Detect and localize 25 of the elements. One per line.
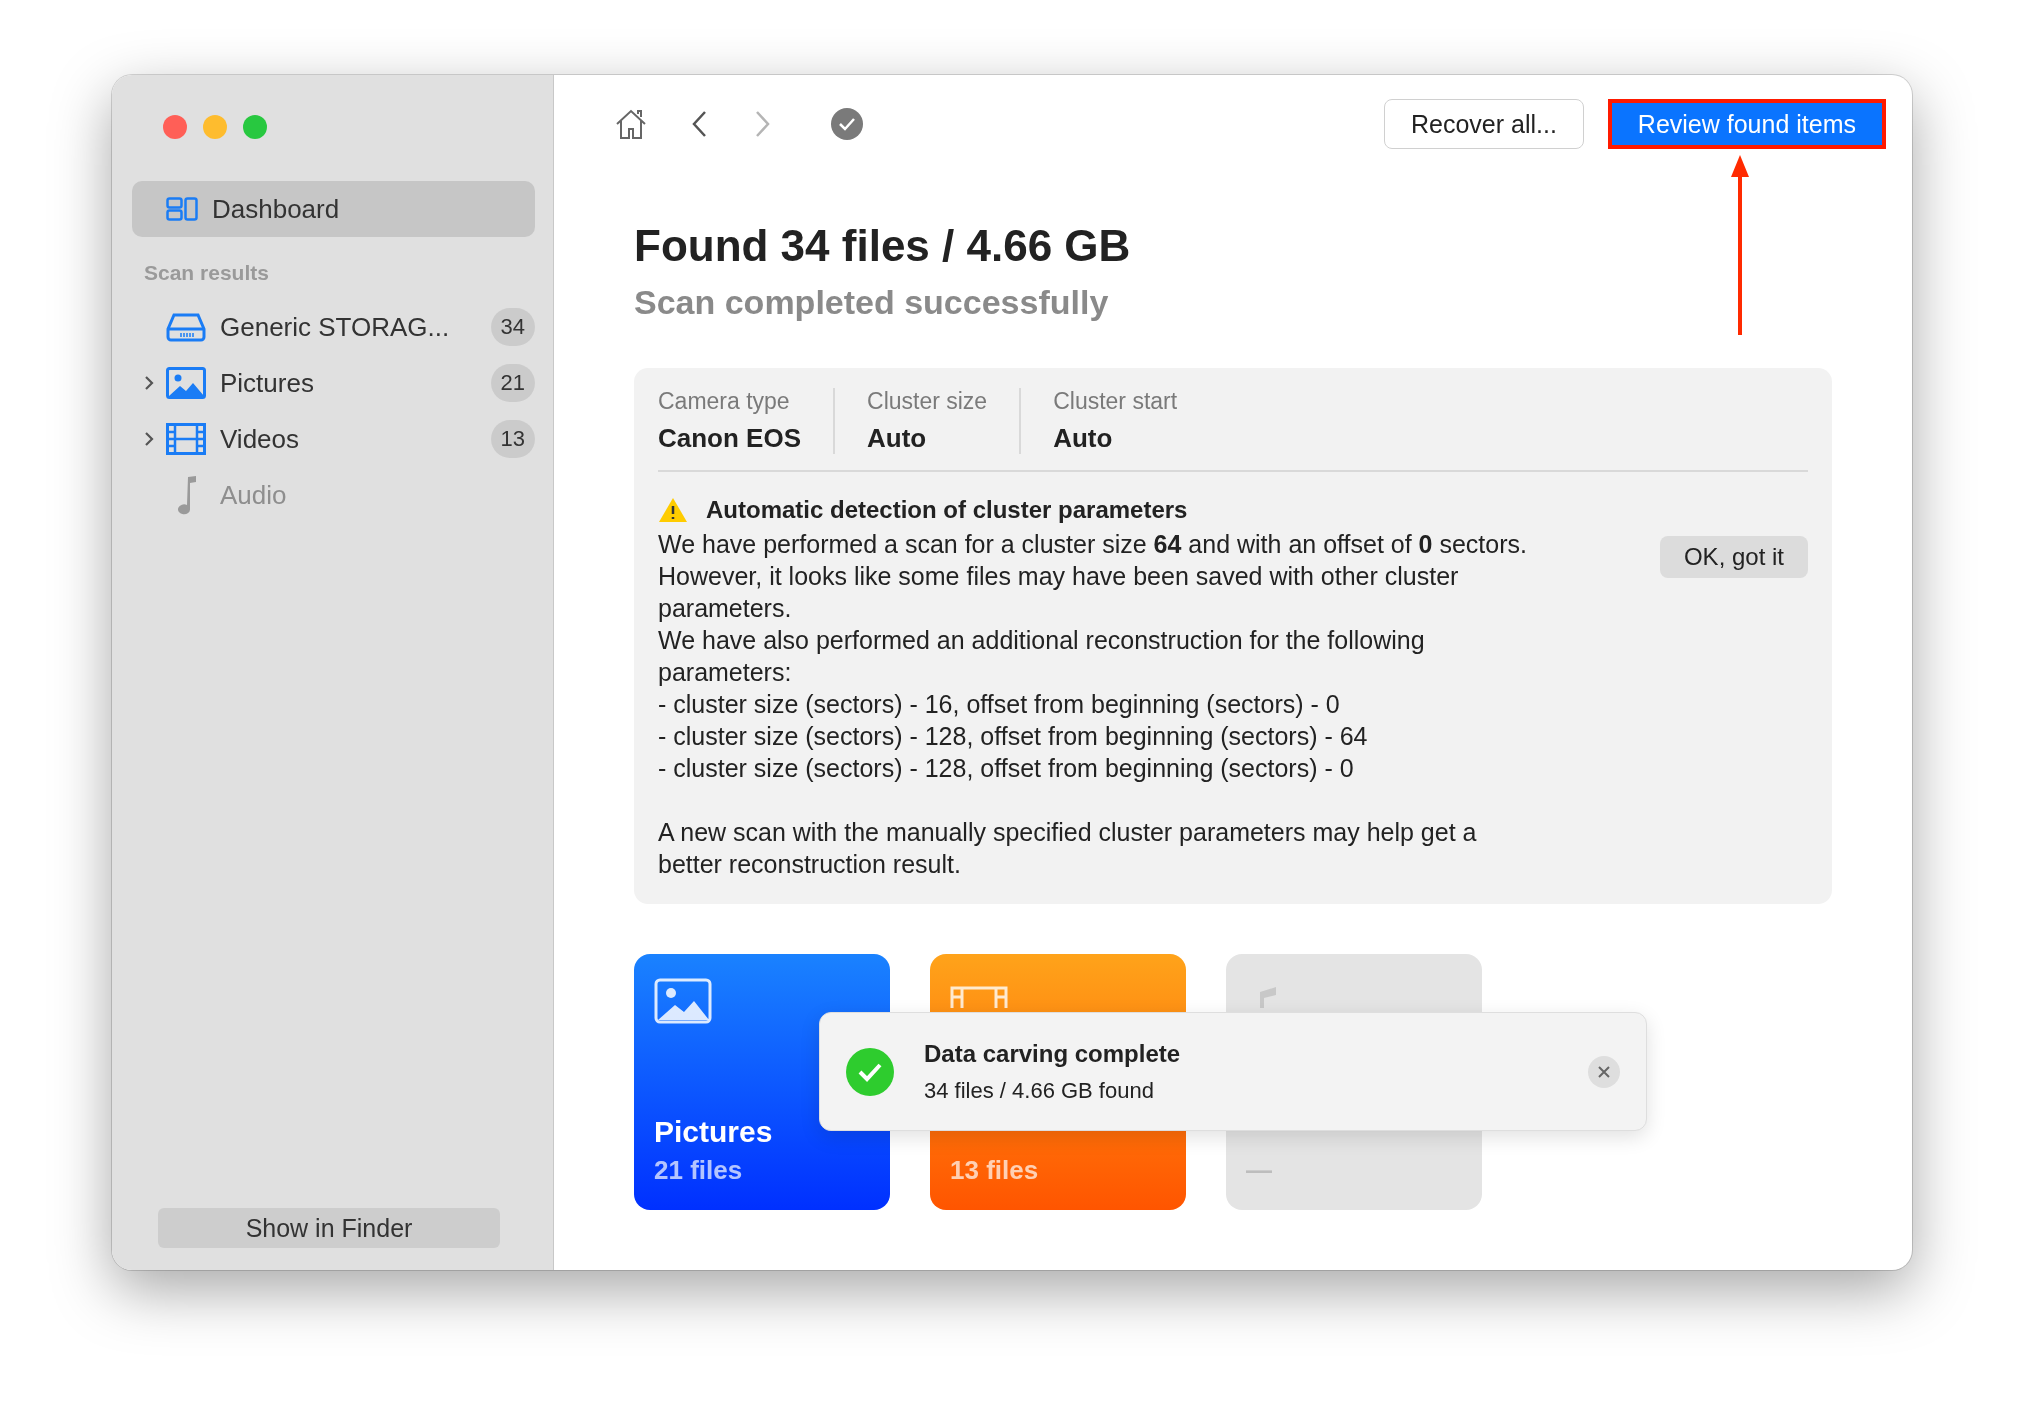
warning-text: - cluster size (sectors) - 128, offset from beginning (sectors) - 0 <box>658 753 1355 784</box>
section-label: Scan results <box>144 261 270 285</box>
card-count: — <box>1246 1155 1273 1186</box>
card-title: Pictures <box>654 1115 774 1149</box>
warning-text: - cluster size (sectors) - 16, offset from beginning (sectors) - 0 <box>658 689 1341 720</box>
warning-text: A new scan with the manually specified cluster parameters may help get a better reconstruction result. <box>658 817 1478 880</box>
warning-text: We have also performed an additional reconstruction for the following parameters: <box>658 625 1426 688</box>
param-value: Canon EOS <box>658 423 801 454</box>
toast-message: 34 files / 4.66 GB found <box>924 1077 1155 1104</box>
warning-text: We have performed a scan for a cluster size 64 and with an offset of 0 sectors. However, it looks like some files may have been saved with other cluster parameters. <box>658 529 1528 624</box>
count-badge: 13 <box>490 420 535 458</box>
page-subtitle: Scan completed successfully <box>634 283 1110 322</box>
count-badge: 21 <box>490 364 535 402</box>
warning-title: Automatic detection of cluster parameters <box>706 496 1188 524</box>
param-value: Auto <box>1053 423 1114 454</box>
param-label: Cluster size <box>867 388 988 415</box>
count-badge: 34 <box>490 308 535 346</box>
warning-text: - cluster size (sectors) - 128, offset from beginning (sectors) - 64 <box>658 721 1369 752</box>
card-count: 13 files <box>950 1155 1040 1186</box>
page-title: Found 34 files / 4.66 GB <box>634 221 1132 271</box>
card-count: 21 files <box>654 1155 744 1186</box>
param-value: Auto <box>867 423 928 454</box>
param-label: Cluster start <box>1053 388 1178 415</box>
param-label: Camera type <box>658 388 791 415</box>
toast-title: Data carving complete <box>924 1039 1181 1068</box>
